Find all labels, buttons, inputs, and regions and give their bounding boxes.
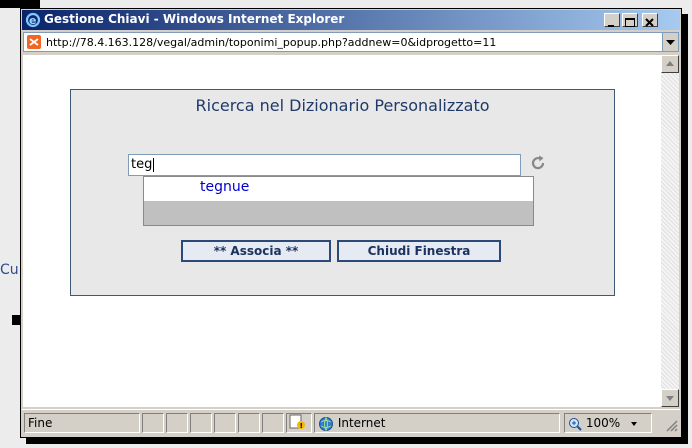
status-pane bbox=[214, 413, 236, 433]
status-pane bbox=[190, 413, 212, 433]
text-cursor bbox=[153, 157, 155, 172]
address-bar[interactable]: http://78.4.163.128/vegal/admin/toponimi… bbox=[23, 32, 679, 52]
arrow-down-icon bbox=[666, 396, 674, 401]
chiudi-finestra-button[interactable]: Chiudi Finestra bbox=[337, 240, 501, 262]
status-pane bbox=[238, 413, 260, 433]
minimize-button[interactable] bbox=[604, 13, 620, 27]
background-partial-text: Cu bbox=[0, 262, 19, 278]
scroll-up-button[interactable] bbox=[661, 55, 679, 73]
search-panel: Ricerca nel Dizionario Personalizzato te… bbox=[70, 89, 615, 296]
background-block bbox=[0, 0, 40, 8]
svg-text:e: e bbox=[29, 14, 36, 27]
resize-grip-icon[interactable] bbox=[664, 418, 678, 432]
popup-window: e Gestione Chiavi - Windows Internet Exp… bbox=[20, 8, 682, 438]
refresh-icon[interactable] bbox=[529, 154, 547, 172]
arrow-up-icon bbox=[666, 61, 674, 66]
chevron-down-icon bbox=[666, 40, 675, 45]
ie-icon: e bbox=[25, 12, 41, 28]
autocomplete-list: tegnue bbox=[143, 176, 534, 226]
page-content: Ricerca nel Dizionario Personalizzato te… bbox=[23, 55, 661, 407]
window-title: Gestione Chiavi - Windows Internet Explo… bbox=[44, 12, 345, 26]
status-pane bbox=[262, 413, 284, 433]
page-icon bbox=[27, 35, 41, 49]
autocomplete-item-label: tegnue bbox=[200, 179, 250, 195]
search-input[interactable]: teg bbox=[128, 154, 521, 176]
autocomplete-item[interactable]: tegnue bbox=[144, 177, 533, 201]
chevron-down-icon bbox=[630, 421, 637, 426]
status-bar: Fine ! Internet 100% bbox=[22, 409, 680, 436]
vertical-scrollbar[interactable] bbox=[661, 55, 679, 407]
associa-button[interactable]: ** Associa ** bbox=[181, 240, 331, 262]
maximize-button[interactable] bbox=[622, 13, 638, 27]
address-url: http://78.4.163.128/vegal/admin/toponimi… bbox=[46, 36, 497, 49]
close-icon bbox=[645, 18, 654, 27]
minimize-icon bbox=[608, 25, 614, 27]
zoom-icon bbox=[569, 417, 582, 431]
title-bar[interactable]: e Gestione Chiavi - Windows Internet Exp… bbox=[22, 10, 680, 30]
protected-mode-pane[interactable]: ! bbox=[286, 413, 312, 433]
scroll-down-button[interactable] bbox=[661, 389, 679, 407]
svg-text:!: ! bbox=[300, 422, 303, 430]
close-button[interactable] bbox=[642, 13, 658, 27]
maximize-icon bbox=[625, 18, 635, 27]
panel-title: Ricerca nel Dizionario Personalizzato bbox=[195, 96, 490, 115]
search-input-value: teg bbox=[131, 157, 153, 172]
security-zone[interactable]: Internet bbox=[314, 413, 560, 433]
status-pane bbox=[166, 413, 188, 433]
status-pane bbox=[142, 413, 164, 433]
zone-label: Internet bbox=[337, 416, 386, 430]
zoom-control[interactable]: 100% bbox=[564, 413, 652, 433]
globe-icon bbox=[319, 416, 333, 431]
page-warning-icon: ! bbox=[289, 414, 305, 430]
status-text: Fine bbox=[24, 413, 140, 433]
zoom-level: 100% bbox=[585, 416, 621, 430]
address-dropdown-button[interactable] bbox=[662, 33, 678, 51]
